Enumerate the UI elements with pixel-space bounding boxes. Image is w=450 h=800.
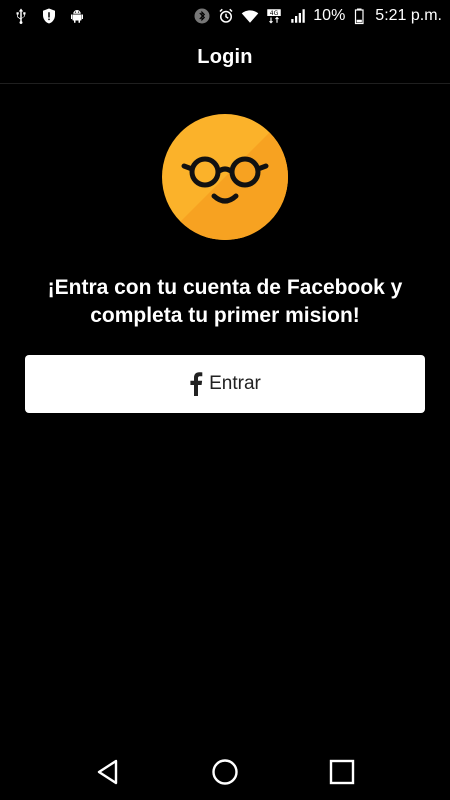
app-bar: Login <box>0 32 450 84</box>
home-icon[interactable] <box>205 752 245 792</box>
status-left-icons <box>12 7 86 25</box>
svg-text:4G: 4G <box>270 10 279 17</box>
status-right-icons: 4G 10% 5:21 p.m. <box>193 7 442 25</box>
battery-percent: 10% <box>313 7 346 24</box>
facebook-login-button[interactable]: Entrar <box>25 355 425 413</box>
alarm-icon <box>217 7 235 25</box>
status-bar: 4G 10% 5:21 p.m. <box>0 0 450 32</box>
app-logo <box>162 114 288 240</box>
page-title: Login <box>197 46 253 68</box>
bluetooth-icon <box>193 7 211 25</box>
clock: 5:21 p.m. <box>375 7 442 24</box>
system-nav-bar <box>0 744 450 800</box>
signal-icon <box>289 7 307 25</box>
android-icon <box>68 7 86 25</box>
back-icon[interactable] <box>88 752 128 792</box>
login-screen: 4G 10% 5:21 p.m. Login ¡Entra con tu cue… <box>0 0 450 800</box>
login-prompt-line-2: completa tu primer mision! <box>90 304 360 327</box>
facebook-login-label: Entrar <box>209 373 261 394</box>
recents-icon[interactable] <box>322 752 362 792</box>
glasses-smiley-icon <box>162 114 288 240</box>
alert-shield-icon <box>40 7 58 25</box>
lte-4g-icon: 4G <box>265 7 283 25</box>
battery-icon <box>351 7 369 25</box>
login-prompt-line-1: ¡Entra con tu cuenta de Facebook y <box>47 276 403 299</box>
login-prompt: ¡Entra con tu cuenta de Facebook y compl… <box>20 274 430 330</box>
wifi-icon <box>241 7 259 25</box>
usb-icon <box>12 7 30 25</box>
facebook-icon <box>189 372 203 396</box>
